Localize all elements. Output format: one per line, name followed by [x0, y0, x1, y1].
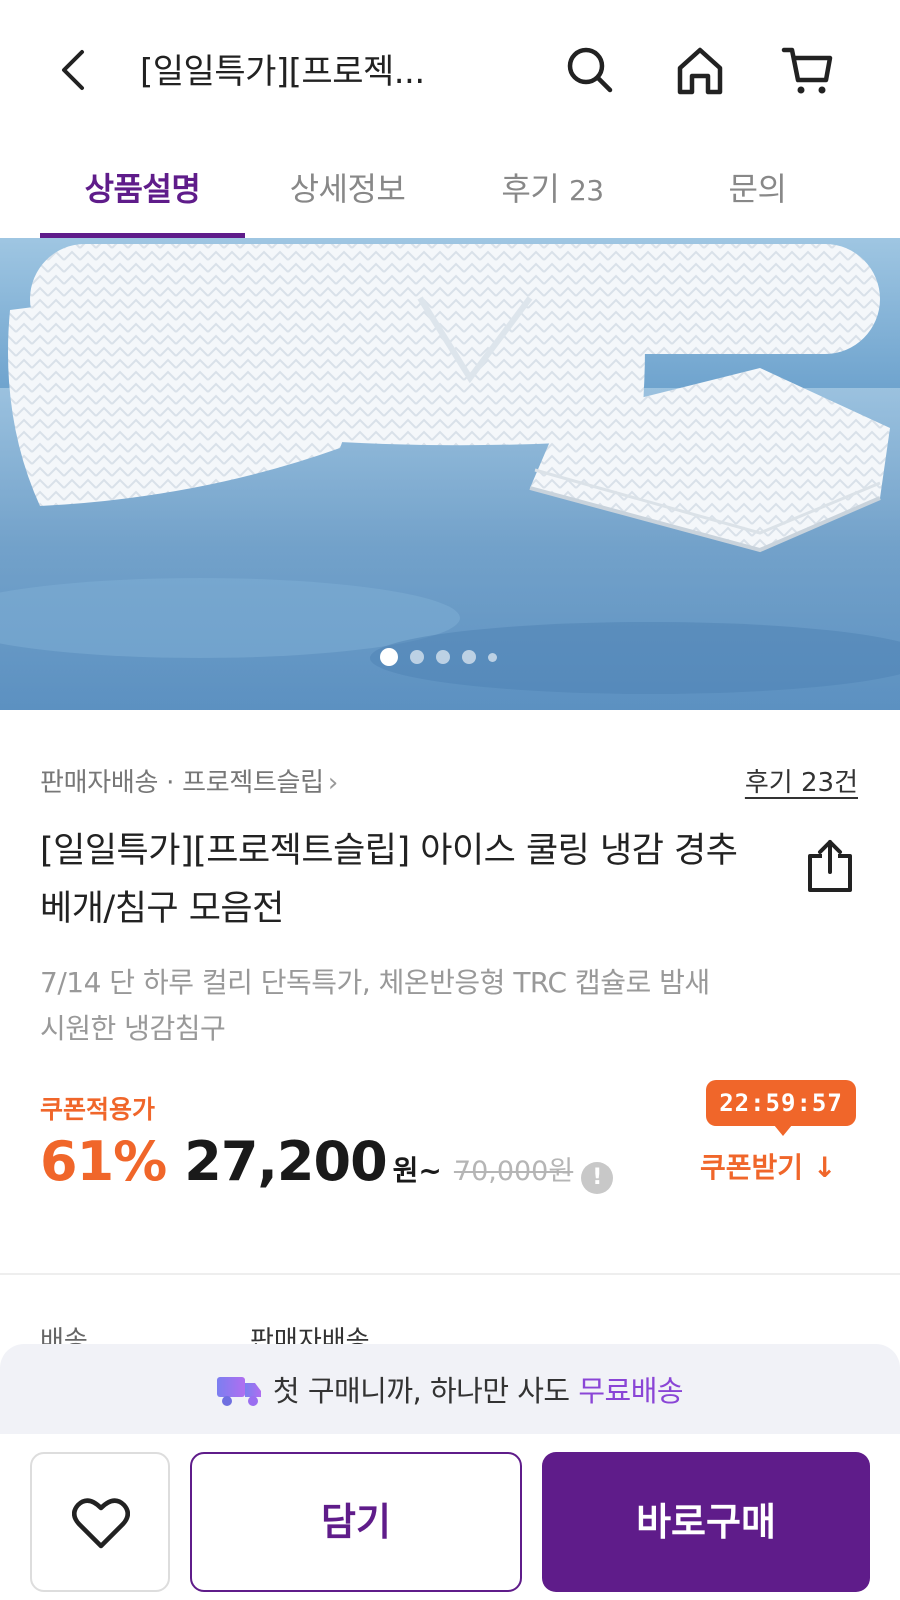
- coupon-download-button[interactable]: 쿠폰받기 ↓: [700, 1146, 837, 1186]
- bottom-action-bar: 담기 바로구매: [0, 1434, 900, 1600]
- tab-inquiry[interactable]: 문의: [655, 140, 860, 238]
- home-icon[interactable]: [672, 42, 728, 98]
- product-description: 7/14 단 하루 컬리 단독특가, 체온반응형 TRC 캡슐로 밤새 시원한 …: [40, 966, 710, 1045]
- info-icon[interactable]: !: [581, 1162, 614, 1194]
- tab-reviews[interactable]: 후기 23: [450, 140, 655, 238]
- coupon-timer: 22:59:57: [706, 1080, 856, 1136]
- download-icon: ↓: [813, 1151, 837, 1184]
- share-icon[interactable]: [804, 838, 856, 894]
- buy-now-button[interactable]: 바로구매: [542, 1452, 870, 1592]
- reviews-link[interactable]: 후기 23건: [745, 762, 858, 799]
- price-unit: 원~: [392, 1154, 442, 1187]
- chevron-right-icon: ›: [327, 768, 338, 798]
- gallery-pagination: [380, 648, 497, 666]
- promo-highlight: 무료배송: [578, 1374, 684, 1408]
- price-row: 61% 27,200 원~ 70,000원 !: [40, 1130, 614, 1194]
- wishlist-button[interactable]: [30, 1452, 170, 1592]
- product-title: [일일특가][프로젝트슬립] 아이스 쿨링 냉감 경추베개/침구 모음전: [40, 831, 738, 929]
- pagination-dot[interactable]: [410, 650, 424, 664]
- pagination-dot[interactable]: [488, 652, 497, 662]
- top-bar: [일일특가][프로젝...: [0, 0, 900, 140]
- page-title: [일일특가][프로젝...: [140, 52, 425, 92]
- tab-bar: 상품설명 상세정보 후기 23 문의: [0, 140, 900, 238]
- back-arrow-icon[interactable]: [52, 46, 96, 94]
- pagination-dot[interactable]: [380, 648, 398, 666]
- heart-icon: [72, 1498, 130, 1549]
- discount-rate: 61%: [40, 1130, 167, 1193]
- separator: ·: [166, 768, 175, 798]
- cart-icon[interactable]: [780, 42, 836, 98]
- tab-details[interactable]: 상세정보: [245, 140, 450, 238]
- sale-price: 27,200: [184, 1130, 387, 1193]
- seller-info[interactable]: 판매자배송 · 프로젝트슬립 ›: [40, 762, 338, 799]
- coupon-price-label: 쿠폰적용가: [40, 1095, 156, 1124]
- pagination-dot[interactable]: [436, 650, 450, 664]
- original-price: 70,000원: [453, 1156, 574, 1187]
- free-shipping-banner: 첫 구매니까, 하나만 사도 무료배송: [0, 1344, 900, 1434]
- promo-text: 첫 구매니까, 하나만 사도: [272, 1374, 579, 1408]
- pagination-dot[interactable]: [462, 650, 476, 664]
- tab-description[interactable]: 상품설명: [40, 140, 245, 238]
- truck-icon: [216, 1373, 263, 1407]
- add-to-cart-button[interactable]: 담기: [190, 1452, 522, 1592]
- section-divider: [0, 1273, 900, 1275]
- brand-link[interactable]: 프로젝트슬립: [182, 768, 324, 798]
- product-image[interactable]: [0, 238, 900, 710]
- search-icon[interactable]: [562, 42, 618, 98]
- delivery-type: 판매자배송: [40, 768, 159, 798]
